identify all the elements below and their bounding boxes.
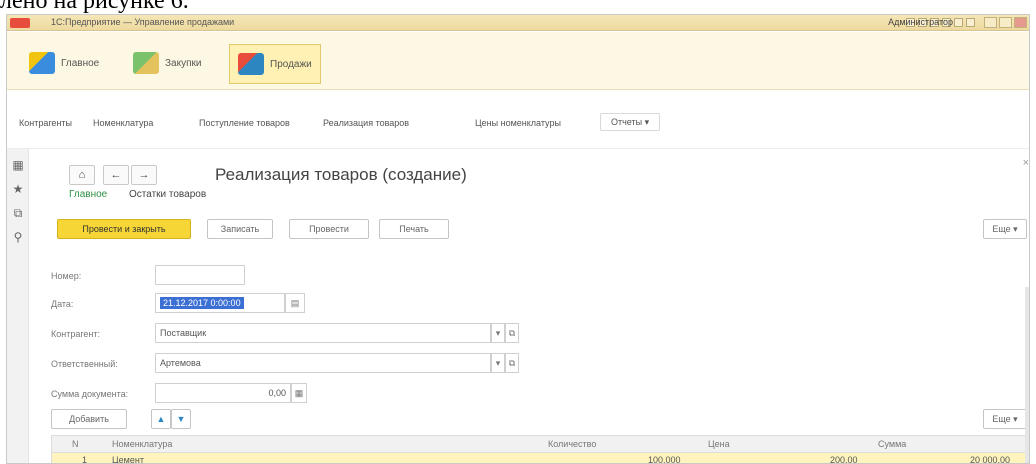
search-icon[interactable]: ⚲ — [12, 231, 24, 243]
table-header: N Номенклатура Количество Цена Сумма — [51, 435, 1029, 453]
app-logo-icon — [10, 18, 30, 28]
back-button[interactable]: ← — [103, 165, 129, 185]
home-button[interactable]: ⌂ — [69, 165, 95, 185]
open-link-icon[interactable]: ⧉ — [505, 353, 519, 373]
section-panel: Главное Закупки Продажи — [7, 32, 1029, 90]
reports-dropdown[interactable]: Отчеты ▾ — [600, 113, 661, 131]
responsible-field[interactable]: Артемова — [155, 353, 491, 373]
cell-item: Цемент — [112, 455, 144, 464]
counterparty-field[interactable]: Поставщик — [155, 323, 491, 343]
document-sum-field[interactable]: 0,00 — [155, 383, 291, 403]
title-bar: 1С:Предприятие — Управление продажами Ад… — [7, 15, 1029, 31]
form-title: Реализация товаров (создание) — [215, 165, 467, 184]
left-toolbar: ▦ ★ ⧉ ⚲ — [7, 149, 29, 463]
user-name[interactable]: Администратор — [888, 17, 953, 27]
counterparty-label: Контрагент: — [51, 329, 101, 339]
section-sales[interactable]: Продажи — [229, 44, 321, 84]
close-window-button[interactable] — [1014, 17, 1027, 28]
responsible-label: Ответственный: — [51, 359, 118, 369]
nav-link-sales[interactable]: Реализация товаров — [323, 118, 409, 128]
home-icon — [29, 52, 55, 74]
nav-link-counterparties[interactable]: Контрагенты — [19, 118, 72, 128]
section-main-label: Главное — [61, 57, 100, 69]
col-nomenclature[interactable]: Номенклатура — [112, 439, 172, 449]
section-purchases-label: Закупки — [165, 57, 202, 69]
print-button[interactable]: Печать — [379, 219, 449, 239]
dropdown-arrow-icon[interactable]: ▾ — [491, 353, 505, 373]
open-link-icon[interactable]: ⧉ — [505, 323, 519, 343]
date-label: Дата: — [51, 299, 74, 309]
col-sum[interactable]: Сумма — [878, 439, 906, 449]
star-icon[interactable]: ★ — [12, 183, 24, 195]
cell-sum: 20 000,00 — [970, 455, 1011, 464]
close-form-icon[interactable]: × — [1023, 157, 1029, 169]
more-button[interactable]: Еще ▾ — [983, 219, 1027, 239]
function-navigation: Контрагенты Номенклатура Поступление тов… — [7, 91, 1029, 149]
cell-price: 200,00 — [830, 455, 858, 464]
grid-icon[interactable]: ▦ — [12, 159, 24, 171]
maximize-button[interactable] — [999, 17, 1012, 28]
tool-icon[interactable] — [954, 18, 963, 27]
table-more-button[interactable]: Еще ▾ — [983, 409, 1027, 429]
table-row[interactable]: 1 Цемент 100,000 200,00 20 000,00 — [51, 453, 1029, 464]
add-row-button[interactable]: Добавить — [51, 409, 127, 429]
section-purchases[interactable]: Закупки — [125, 48, 209, 78]
forward-button[interactable]: → — [131, 165, 157, 185]
nav-link-prices[interactable]: Цены номенклатуры — [475, 118, 561, 128]
cart-icon — [133, 52, 159, 74]
cell-n: 1 — [82, 455, 88, 464]
write-button[interactable]: Записать — [207, 219, 273, 239]
nav-link-nomenclature[interactable]: Номенклатура — [93, 118, 153, 128]
move-down-icon[interactable]: ▼ — [171, 409, 191, 429]
section-sales-label: Продажи — [270, 58, 312, 70]
history-icon[interactable]: ⧉ — [12, 207, 24, 219]
vertical-scrollbar[interactable] — [1025, 287, 1029, 463]
goods-table: N Номенклатура Количество Цена Сумма 1 Ц… — [51, 435, 1029, 464]
cell-quantity: 100,000 — [648, 455, 681, 464]
nav-link-receipts[interactable]: Поступление товаров — [199, 118, 290, 128]
window-controls — [984, 17, 1027, 28]
window-title: 1С:Предприятие — Управление продажами — [51, 17, 235, 27]
minimize-button[interactable] — [984, 17, 997, 28]
tab-stock[interactable]: Остатки товаров — [129, 189, 206, 200]
post-and-close-button[interactable]: Провести и закрыть — [57, 219, 191, 239]
date-value: 21.12.2017 0:00:00 — [160, 297, 244, 309]
section-main[interactable]: Главное — [21, 48, 107, 78]
dropdown-arrow-icon[interactable]: ▾ — [491, 323, 505, 343]
app-window: 1С:Предприятие — Управление продажами Ад… — [6, 14, 1030, 464]
col-quantity[interactable]: Количество — [548, 439, 596, 449]
calendar-icon[interactable]: ▤ — [285, 293, 305, 313]
date-field[interactable]: 21.12.2017 0:00:00 — [155, 293, 285, 313]
tool-icon[interactable] — [966, 18, 975, 27]
col-price[interactable]: Цена — [708, 439, 730, 449]
col-n[interactable]: N — [72, 439, 79, 449]
sales-icon — [238, 53, 264, 75]
number-label: Номер: — [51, 271, 82, 281]
number-field[interactable] — [155, 265, 245, 285]
form-area: ⌂ ← → Реализация товаров (создание) × Гл… — [29, 149, 1029, 464]
calculator-icon[interactable]: ▦ — [291, 383, 307, 403]
tab-main[interactable]: Главное — [69, 189, 107, 200]
move-up-icon[interactable]: ▲ — [151, 409, 171, 429]
post-button[interactable]: Провести — [289, 219, 369, 239]
document-sum-label: Сумма документа: — [51, 389, 129, 399]
